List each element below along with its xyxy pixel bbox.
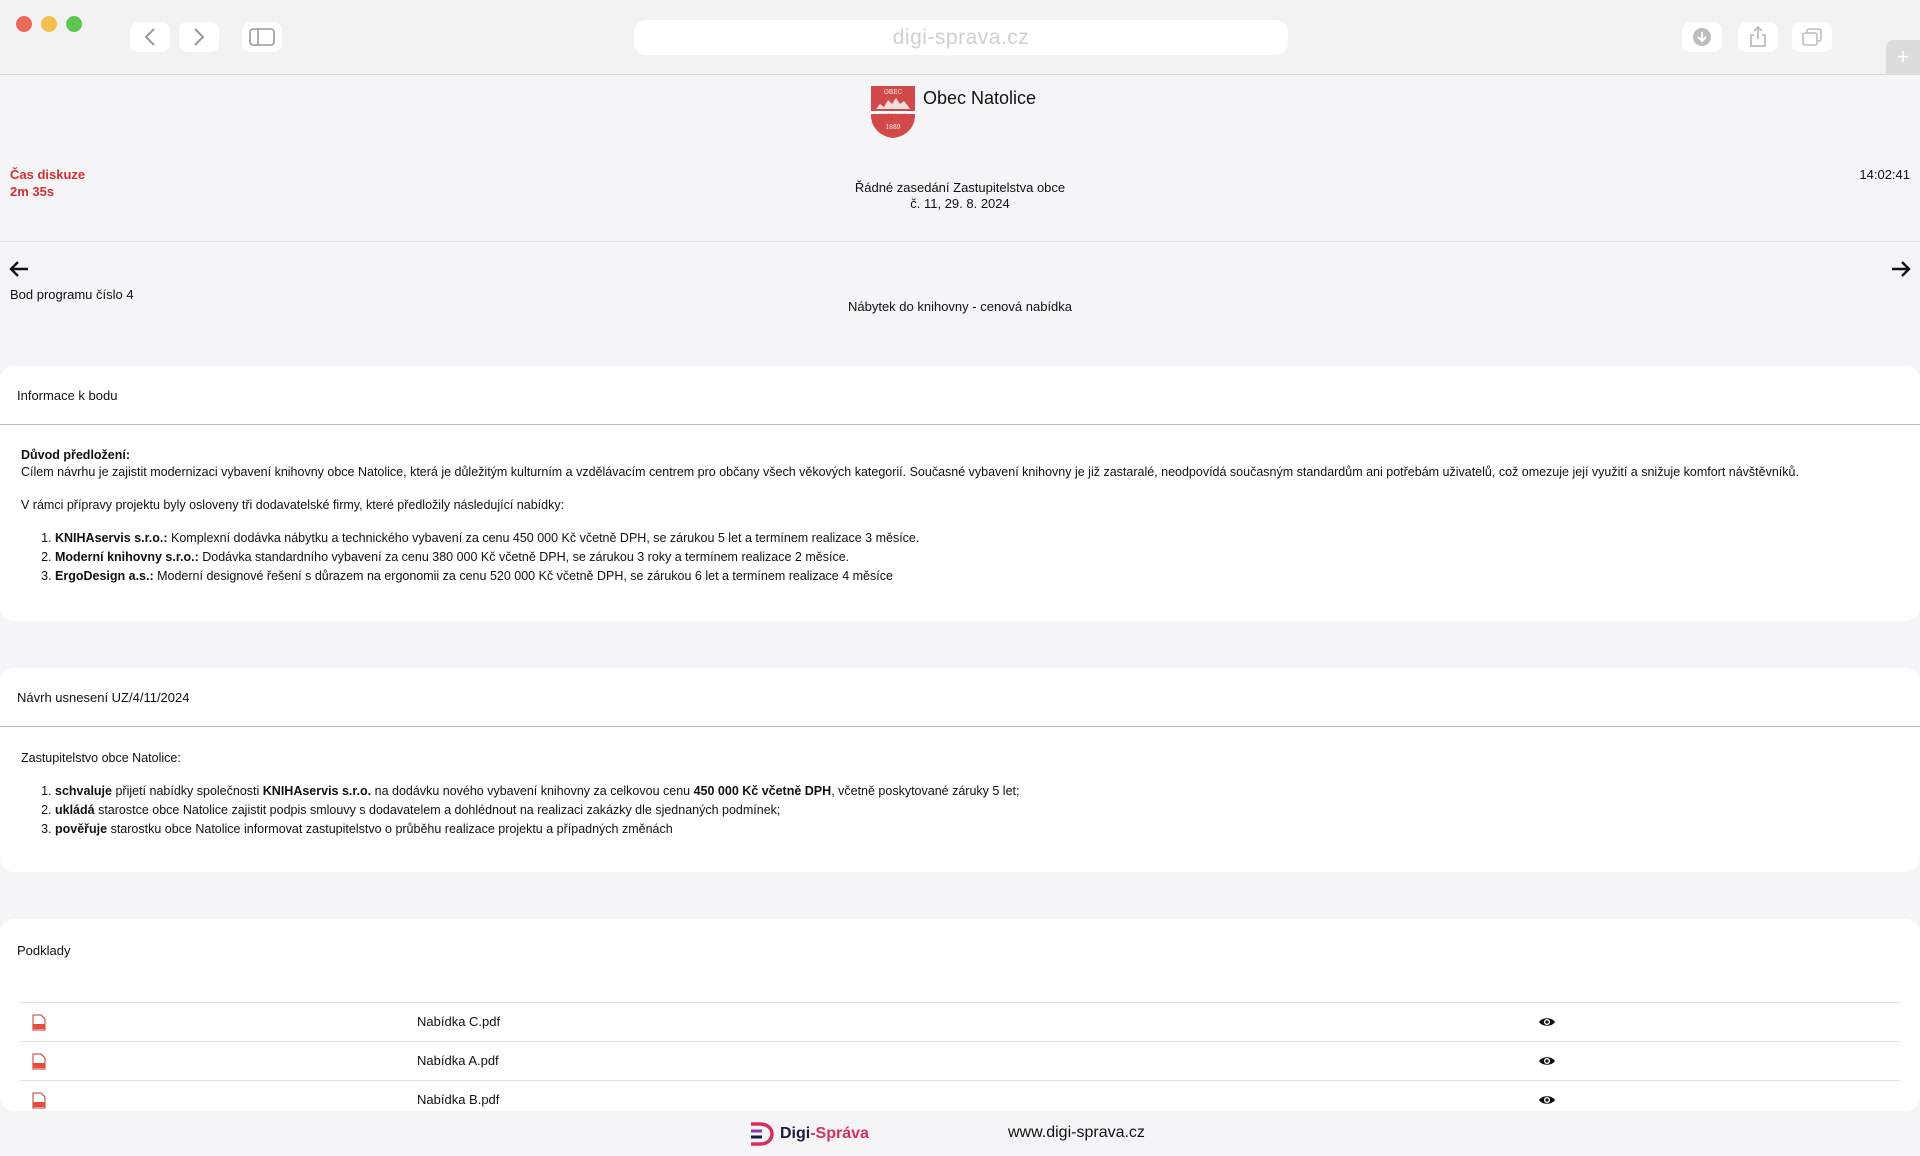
info-card: Informace k bodu Důvod předložení: Cílem… [0,366,1920,621]
pdf-file-icon [32,1014,46,1031]
list-item: ErgoDesign a.s.: Moderní designové řešen… [55,568,1899,585]
address-bar[interactable]: digi-sprava.cz [634,20,1288,55]
resolution-intro: Zastupitelstvo obce Natolice: [21,751,181,765]
pdf-file-icon [32,1092,46,1109]
documents-table: Nabídka C.pdf Nabídka A.pdf Nabídka B.pd… [20,1002,1900,1119]
meeting-header: OBEC NATOLICE 1889 Obec Natolice Čas dis… [0,76,1920,242]
svg-text:OBEC: OBEC [884,89,903,96]
resolution-list: schvaluje přijetí nabídky společnosti KN… [55,783,1899,838]
svg-text:NATOLICE: NATOLICE [879,113,907,119]
list-item: schvaluje přijetí nabídky společnosti KN… [55,783,1899,800]
back-button[interactable] [130,22,170,52]
list-item: ukládá starostce obce Natolice zajistit … [55,802,1899,819]
new-tab-button[interactable]: + [1886,40,1920,74]
chevron-left-icon [144,28,155,46]
arrow-right-icon[interactable] [1890,258,1912,280]
reason-label: Důvod předložení: [21,448,131,462]
info-card-heading: Informace k bodu [0,366,1920,425]
resolution-heading: Návrh usnesení UZ/4/11/2024 [0,668,1920,727]
footer: Digi-Správa www.digi-sprava.cz [0,1111,1920,1156]
share-icon [1750,26,1766,47]
eye-icon[interactable] [1538,1054,1556,1068]
digi-sprava-logo-icon [751,1122,774,1146]
download-icon [1693,28,1711,46]
pdf-file-icon [32,1053,46,1070]
list-item: KNIHAservis s.r.o.: Komplexní dodávka ná… [55,530,1899,547]
forward-button[interactable] [179,22,219,52]
sidebar-toggle-button[interactable] [242,22,282,52]
plus-icon: + [1896,44,1910,69]
website-link[interactable]: www.digi-sprava.cz [1008,1124,1145,1142]
org-name: Obec Natolice [923,88,1037,108]
arrow-left-icon[interactable] [8,258,30,280]
downloads-button[interactable] [1682,22,1722,52]
brand-name-a: Digi [780,1125,811,1142]
reason-text: Cílem návrhu je zajistit modernizaci vyb… [21,465,1799,479]
offers-intro: V rámci přípravy projektu byly osloveny … [21,498,565,512]
chevron-right-icon [194,28,205,46]
agenda-item-title: Nábytek do knihovny - cenová nabídka [847,299,1073,314]
session-title: Řádné zasedání Zastupitelstva obce [854,180,1066,195]
zoom-window-button[interactable] [66,16,82,32]
share-button[interactable] [1738,22,1778,52]
table-row[interactable]: Nabídka A.pdf [20,1041,1900,1080]
minimize-window-button[interactable] [41,16,57,32]
eye-icon[interactable] [1538,1015,1556,1029]
session-subtitle: č. 11, 29. 8. 2024 [910,196,1010,211]
resolution-card: Návrh usnesení UZ/4/11/2024 Zastupitelst… [0,668,1920,872]
list-item: Moderní knihovny s.r.o.: Dodávka standar… [55,549,1899,566]
svg-text:1889: 1889 [885,124,900,131]
brand-name-b: -Správa [810,1125,869,1142]
municipality-logo: OBEC NATOLICE 1889 [870,85,916,144]
sidebar-icon [249,28,275,46]
brand-logo: Digi-Správa [748,1121,869,1147]
offers-list: KNIHAservis s.r.o.: Komplexní dodávka ná… [55,530,1899,585]
document-name[interactable]: Nabídka C.pdf [417,1014,500,1029]
browser-toolbar: digi-sprava.cz + [0,0,1920,75]
close-window-button[interactable] [16,16,32,32]
document-name[interactable]: Nabídka A.pdf [417,1053,499,1068]
documents-heading: Podklady [17,943,71,958]
documents-card: Podklady Nabídka C.pdf Nabídka A.pdf Nab… [0,919,1920,1111]
table-row[interactable]: Nabídka C.pdf [20,1002,1900,1041]
agenda-navigation: Bod programu číslo 4 Nábytek do knihovny… [0,242,1920,365]
document-name[interactable]: Nabídka B.pdf [417,1092,499,1107]
eye-icon[interactable] [1538,1093,1556,1107]
tabs-overview-button[interactable] [1792,22,1832,52]
list-item: pověřuje starostku obce Natolice informo… [55,821,1899,838]
tabs-icon [1802,28,1822,46]
